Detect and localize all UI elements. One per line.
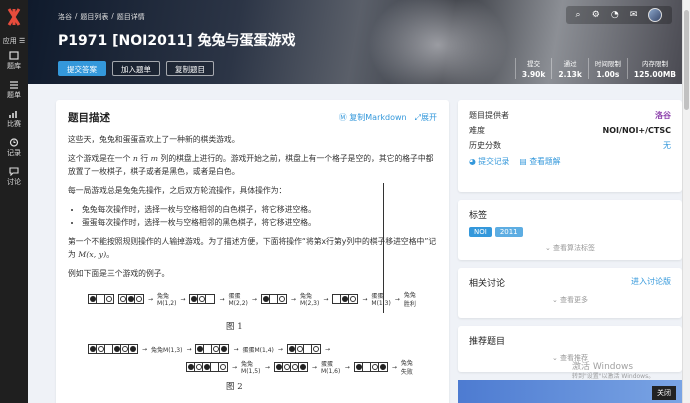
tag-noi[interactable]: NOI: [469, 227, 492, 237]
paragraph-intro: 这些天，兔兔和蛋蛋喜欢上了一种新的棋类游戏。: [68, 135, 240, 144]
problem-header: 洛谷 / 题目列表 / 题目详情 P1971 [NOI2011] 兔兔与蛋蛋游戏 提…: [28, 0, 682, 84]
book-icon: ▤: [519, 157, 530, 166]
submit-button[interactable]: 提交答案: [58, 61, 106, 76]
example-figure: → 兔兔M(1,2) → → 蛋蛋M(2,2) → → 兔兔M(2,3) → → 蛋蛋M(1,…: [76, 286, 416, 403]
paragraph-example: 例如下面是三个游戏的例子。: [68, 269, 170, 278]
info-difficulty: 难度 NOI/NOI+/CTSC: [469, 126, 671, 135]
page-scrollbar[interactable]: [682, 0, 690, 403]
figure-1-caption: 图 1: [226, 322, 243, 332]
paragraph-rules: 每一局游戏总是兔兔先操作，之后双方轮流操作，具体操作为：: [68, 186, 287, 195]
enter-forum-link[interactable]: 进入讨论版: [631, 276, 671, 289]
search-icon[interactable]: ⌕: [576, 10, 581, 20]
breadcrumb-home[interactable]: 洛谷: [58, 12, 72, 22]
chart-icon: [8, 108, 20, 118]
chevron-down-icon: ⌄: [551, 354, 561, 362]
figure-2-caption: 图 2: [226, 382, 243, 392]
sidebar-item-records[interactable]: 记录: [0, 137, 28, 162]
show-more-discussion[interactable]: ⌄ 查看更多: [469, 295, 671, 305]
figure-1-row: → 兔兔M(1,2) → → 蛋蛋M(2,2) → → 兔兔M(2,3) → → 蛋蛋M(1,…: [88, 290, 416, 308]
figure-2-row-1: → 兔兔M(1,3) → → 蛋蛋M(1,4) → →: [88, 344, 330, 354]
windows-activation-watermark: 激活 Windows 转到"设置"以激活 Windows。: [572, 362, 655, 380]
scrollbar-thumb[interactable]: [684, 10, 689, 110]
recommend-title: 推荐题目: [469, 337, 506, 347]
rules-list: 兔兔每次操作时，选择一枚与空格相邻的白色棋子，将它移进空格。 蛋蛋每次操作时，选…: [68, 203, 437, 229]
sidebar-item-lists[interactable]: 题单: [0, 79, 28, 104]
mail-icon[interactable]: ✉: [630, 10, 638, 20]
breadcrumb-problem-list[interactable]: 题目列表: [80, 12, 108, 22]
tag-2011[interactable]: 2011: [494, 227, 523, 237]
section-title: 题目描述: [68, 112, 110, 124]
list-icon: [8, 79, 20, 89]
tags-card: 标签 NOI 2011 ⌄ 查看算法标签: [458, 200, 682, 260]
discussion-title: 相关讨论: [469, 279, 506, 289]
close-promo-button[interactable]: 关闭: [652, 386, 676, 400]
stat-submissions: 提交 3.90k: [514, 58, 552, 79]
expand-button[interactable]: ⤢展开: [415, 112, 437, 123]
copy-problem-button[interactable]: 复制题目: [166, 61, 214, 76]
promo-banner[interactable]: 关闭: [458, 380, 682, 403]
user-toolbar: ⌕ ⚙ ◔ ✉: [566, 6, 672, 24]
bell-icon[interactable]: ◔: [611, 10, 619, 20]
info-history-score: 历史分数无: [469, 141, 671, 150]
stat-time-limit: 时间限制 1.00s: [587, 58, 627, 79]
figure-divider: [383, 183, 384, 313]
info-provider: 题目提供者 洛谷: [469, 108, 671, 123]
sidebar-item-problems[interactable]: 题库: [0, 50, 28, 75]
left-sidebar: 应用 ☰ 题库 题单 比赛 记录 讨论: [0, 0, 28, 403]
problem-description-card: 题目描述 Ⓜ 复制Markdown ⤢展开 这些天，兔兔和蛋蛋喜欢上了一种新的棋…: [56, 100, 449, 403]
problem-stats: 提交 3.90k 通过 2.13k 时间限制 1.00s 内存限制 125.00MB: [514, 58, 682, 79]
luogu-logo[interactable]: [0, 0, 28, 34]
sidebar-item-discuss[interactable]: 讨论: [0, 166, 28, 191]
record-icon: [8, 137, 20, 147]
stat-accepted: 通过 2.13k: [551, 58, 588, 79]
pie-icon: ◕: [469, 157, 479, 166]
apps-menu[interactable]: 应用 ☰: [0, 36, 28, 46]
chevron-down-icon: ⌄: [544, 244, 554, 252]
book-icon: [8, 50, 20, 60]
chevron-down-icon: ⌄: [551, 296, 561, 304]
problem-info-card: 题目提供者 洛谷 难度 NOI/NOI+/CTSC 历史分数无 ◕ 提交记录 ▤ 查…: [458, 100, 682, 192]
page-title: P1971 [NOI2011] 兔兔与蛋蛋游戏: [58, 33, 296, 49]
chat-icon: [8, 166, 20, 176]
discussion-card: 相关讨论 进入讨论版 ⌄ 查看更多: [458, 268, 682, 318]
settings-icon[interactable]: ⚙: [592, 10, 600, 20]
breadcrumb-current: 题目详情: [116, 13, 145, 21]
paragraph-notation: 第一个不能按照规则操作的人输掉游戏。为了描述方便，下面将操作“将第x行第y列中的…: [68, 237, 437, 259]
provider-link[interactable]: 洛谷: [655, 108, 671, 123]
paragraph-board: 这个游戏是在一个 n 行 m 列的棋盘上进行的。游戏开始之前，棋盘上有一个格子是…: [68, 154, 434, 176]
show-algorithm-tags[interactable]: ⌄ 查看算法标签: [469, 243, 671, 253]
records-link[interactable]: ◕ 提交记录: [469, 156, 509, 167]
avatar[interactable]: [648, 8, 663, 22]
sidebar-item-contests[interactable]: 比赛: [0, 108, 28, 133]
breadcrumb: 洛谷 / 题目列表 / 题目详情: [58, 12, 145, 22]
markdown-icon: Ⓜ: [338, 113, 350, 122]
copy-markdown-button[interactable]: Ⓜ 复制Markdown: [339, 112, 407, 123]
solutions-link[interactable]: ▤ 查看题解: [519, 156, 560, 167]
stat-memory-limit: 内存限制 125.00MB: [626, 58, 682, 79]
figure-2-row-2: → 兔兔M(1,5) → → 蛋蛋M(1,6) → → 兔兔失败: [186, 358, 416, 376]
add-to-list-button[interactable]: 加入题单: [112, 61, 160, 76]
tags-title: 标签: [469, 211, 488, 221]
